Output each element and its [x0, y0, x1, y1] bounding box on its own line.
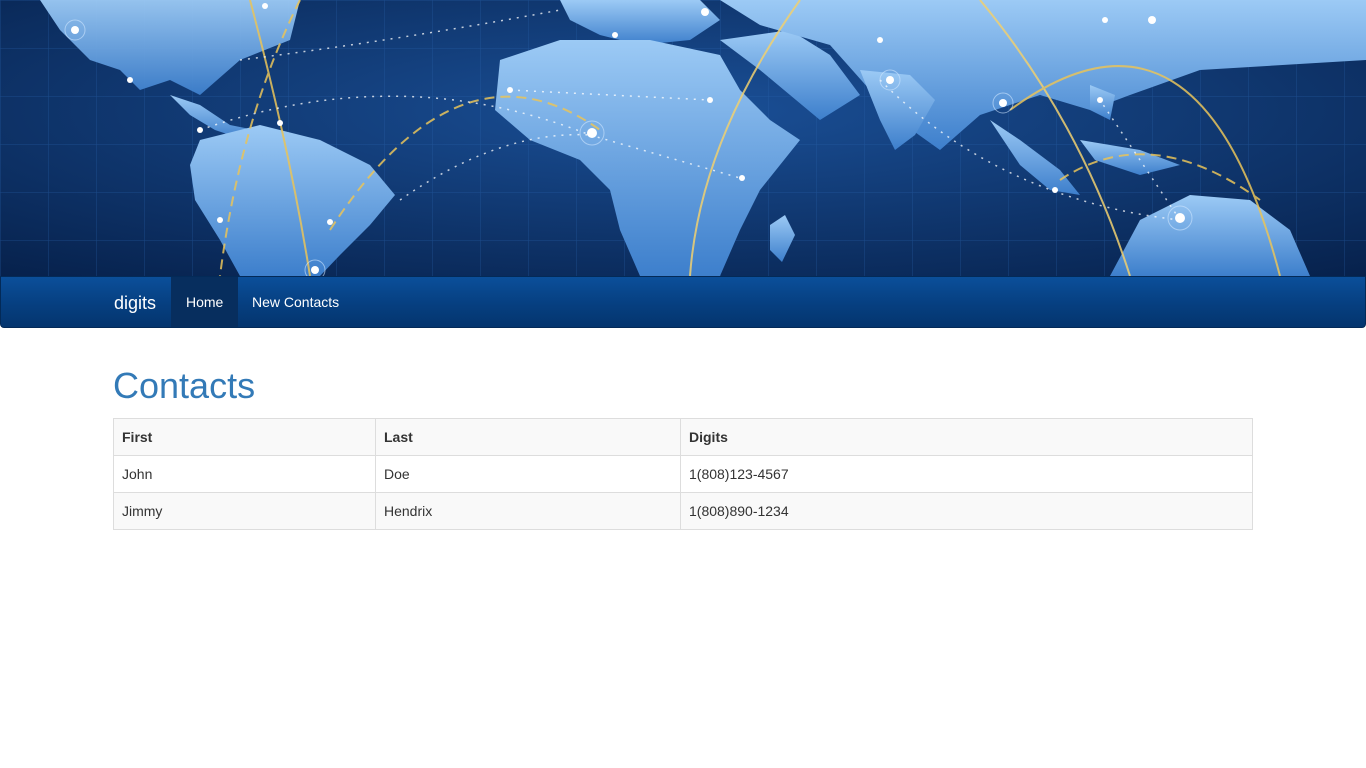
table-header-row: First Last Digits — [113, 418, 1253, 456]
world-map-image — [0, 0, 1366, 276]
brand-link[interactable]: digits — [114, 277, 156, 327]
column-header-digits: Digits — [680, 418, 1253, 456]
table-row: John Doe 1(808)123-4567 — [113, 455, 1253, 493]
world-map-banner — [0, 0, 1366, 276]
contacts-table: First Last Digits John Doe 1(808)123-456… — [113, 418, 1253, 530]
nav-item-home[interactable]: Home — [171, 277, 239, 327]
cell-last: Hendrix — [375, 492, 681, 530]
column-header-first: First — [113, 418, 376, 456]
column-header-last: Last — [375, 418, 681, 456]
navbar: digits Home New Contacts — [0, 276, 1366, 328]
page-title: Contacts — [113, 365, 256, 406]
table-row: Jimmy Hendrix 1(808)890-1234 — [113, 492, 1253, 530]
cell-first: Jimmy — [113, 492, 376, 530]
nav-item-new-contacts[interactable]: New Contacts — [237, 277, 354, 327]
cell-first: John — [113, 455, 376, 493]
cell-digits: 1(808)890-1234 — [680, 492, 1253, 530]
cell-last: Doe — [375, 455, 681, 493]
cell-digits: 1(808)123-4567 — [680, 455, 1253, 493]
